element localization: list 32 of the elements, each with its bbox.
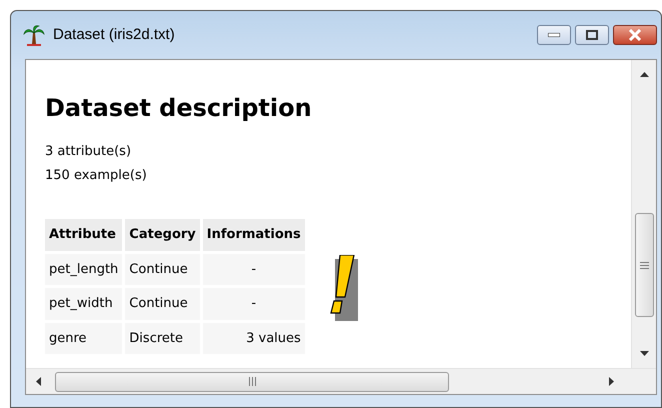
scroll-up-icon[interactable] [640, 72, 648, 77]
table-cell: 3 values [202, 322, 305, 354]
palm-tree-icon [23, 24, 45, 46]
table-cell: - [202, 288, 305, 320]
horizontal-scrollbar[interactable] [26, 368, 656, 394]
scroll-left-icon[interactable] [36, 377, 41, 386]
table-cell: - [202, 254, 305, 285]
table-cell: Continue [125, 254, 200, 285]
vertical-scrollbar[interactable] [631, 60, 656, 368]
scroll-right-icon[interactable] [609, 377, 614, 386]
table-cell: Discrete [125, 322, 200, 354]
table-cell: genre [45, 322, 122, 354]
column-header: Attribute [45, 219, 122, 250]
minimize-icon [548, 33, 560, 37]
close-icon [628, 29, 642, 41]
column-header: Category [125, 219, 200, 250]
summary-text: 3 attribute(s) [45, 143, 132, 161]
minimize-button[interactable] [537, 25, 571, 45]
page-heading: Dataset description [45, 93, 313, 124]
scroll-down-icon[interactable] [640, 351, 648, 356]
table-cell: Continue [125, 288, 200, 320]
table-cell: pet_width [45, 288, 122, 320]
maximize-icon [586, 30, 598, 40]
scroll-thumb[interactable] [55, 372, 449, 392]
summary-text: 150 example(s) [45, 166, 148, 184]
window-title: Dataset (iris2d.txt) [53, 24, 175, 45]
column-header: Informations [202, 219, 305, 250]
maximize-button[interactable] [575, 25, 609, 45]
exclamation-icon [330, 255, 358, 321]
scroll-thumb[interactable] [634, 213, 654, 317]
close-button[interactable] [613, 25, 657, 45]
table-cell: pet_length [45, 254, 122, 285]
